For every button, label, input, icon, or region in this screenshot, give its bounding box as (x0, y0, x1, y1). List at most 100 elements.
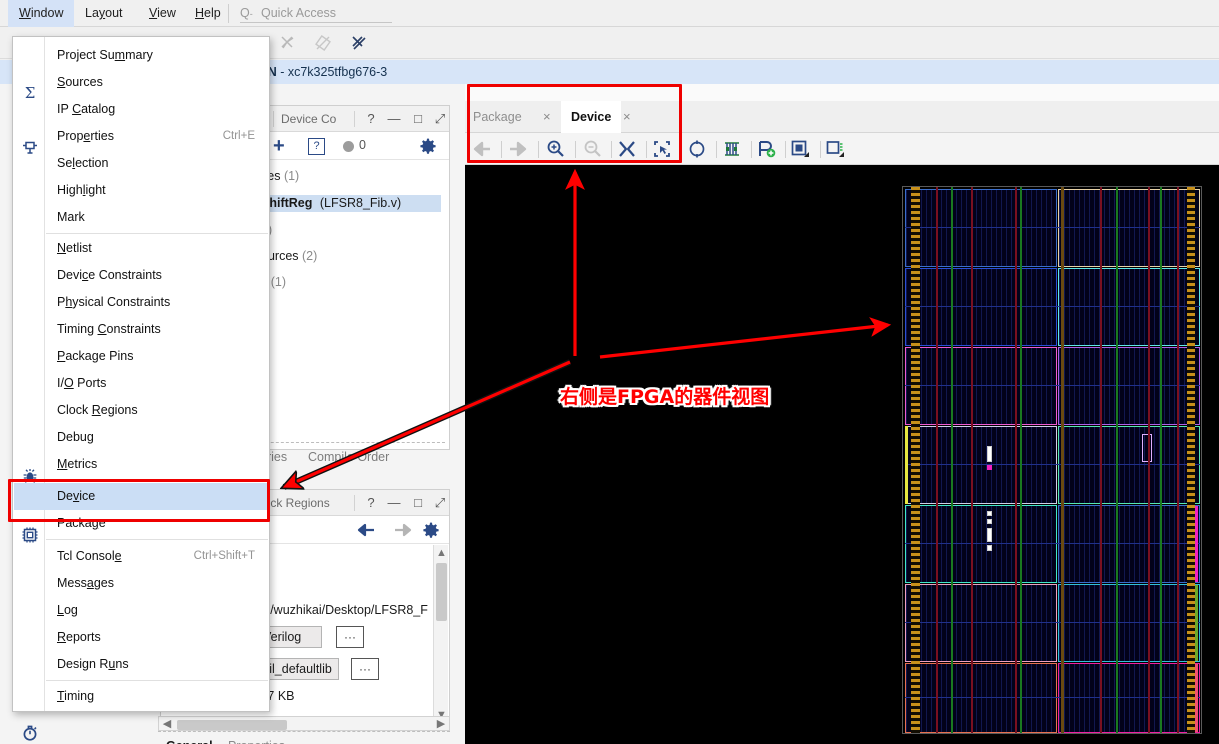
menu-item-clock-regions[interactable]: Clock Regions (14, 397, 269, 424)
menu-item-io-ports[interactable]: I/O Ports (14, 370, 269, 397)
site-cell[interactable] (987, 519, 992, 524)
tree-count-3: (2) (302, 249, 318, 263)
unhighlight-icon[interactable] (314, 34, 332, 52)
menu-item-reports[interactable]: Reports (14, 624, 269, 651)
clock-region-cell[interactable] (905, 584, 1057, 662)
clock-region-cell[interactable] (905, 505, 1057, 583)
clock-region-row-1 (903, 189, 1203, 267)
menu-item-selection[interactable]: Selection (14, 150, 269, 177)
add-sources-button[interactable]: + (273, 135, 285, 158)
sources-float-button[interactable]: ⤢ (431, 106, 449, 132)
tree-count-4: (1) (270, 275, 287, 289)
menu-item-netlist[interactable]: Netlist (14, 235, 269, 262)
menu-label-selection: Selection (57, 156, 109, 170)
scroll-up-arrow-icon[interactable]: ▲ (434, 547, 449, 559)
sources-minimize-button[interactable]: — (385, 106, 403, 132)
menu-item-package-pins[interactable]: Package Pins (14, 343, 269, 370)
forward-arrow-icon[interactable] (394, 523, 414, 537)
properties-vscrollbar[interactable]: ▲ ▼ (433, 545, 448, 723)
menu-label-timing-constraints: Timing Constraints (57, 322, 161, 336)
menu-label-io-ports: I/O Ports (57, 376, 107, 390)
region-annotation-box (1142, 434, 1152, 462)
center-stripe (1061, 187, 1064, 733)
selected-site[interactable] (987, 446, 992, 462)
menu-item-tcl-console[interactable]: Tcl Console Ctrl+Shift+T (14, 543, 269, 570)
menubar-item-view[interactable]: View (138, 0, 187, 27)
menu-label-design-runs: Design Runs (57, 657, 129, 671)
menu-item-properties[interactable]: Properties Ctrl+E (14, 123, 269, 150)
tree-row-shiftreg[interactable]: ShiftReg (LFSR8_Fib.v) (261, 195, 441, 212)
menu-label-package-pins: Package Pins (57, 349, 134, 363)
horizontal-scrollbar[interactable]: ◀ ▶ (158, 716, 450, 731)
bottom-tab-properties[interactable]: Properties (228, 736, 285, 744)
status-dot-icon (343, 141, 354, 152)
menu-separator-1 (46, 233, 268, 234)
menu-item-debug[interactable]: Debug (14, 424, 269, 451)
menubar-item-help[interactable]: Help (184, 0, 232, 27)
locate-icon[interactable] (687, 139, 707, 159)
properties-help-button[interactable]: ? (362, 490, 380, 516)
sources-tab-device-constraints[interactable]: Device Co (281, 106, 336, 132)
unmark-icon[interactable] (279, 34, 297, 52)
menu-separator-3 (46, 539, 268, 540)
scroll-left-arrow-icon[interactable]: ◀ (161, 718, 173, 730)
gear-icon[interactable] (420, 138, 436, 154)
site-cell[interactable] (987, 511, 992, 516)
menu-item-sources[interactable]: Sources (14, 69, 269, 96)
menubar-item-window[interactable]: Window (8, 0, 75, 27)
mark-icon[interactable] (825, 139, 845, 159)
bram-stripe (1160, 187, 1162, 733)
site-cell[interactable] (987, 545, 992, 551)
menu-item-highlight[interactable]: Highlight (14, 177, 269, 204)
unselect-icon[interactable] (350, 34, 368, 52)
properties-minimize-button[interactable]: — (385, 490, 403, 516)
menu-item-design-runs[interactable]: Design Runs (14, 651, 269, 678)
menu-item-metrics[interactable]: Metrics (14, 451, 269, 478)
menu-item-physical-constraints[interactable]: Physical Constraints (14, 289, 269, 316)
clock-region-cell[interactable] (905, 189, 1057, 267)
properties-vscroll-thumb[interactable] (436, 563, 447, 621)
clock-region-cell[interactable] (905, 426, 1057, 504)
menu-label-highlight: Highlight (57, 183, 106, 197)
menu-label-messages: Messages (57, 576, 114, 590)
menu-item-timing[interactable]: Timing (14, 683, 269, 710)
scroll-right-arrow-icon[interactable]: ▶ (435, 718, 447, 730)
site-cell[interactable] (987, 528, 992, 542)
menu-item-device-constraints[interactable]: Device Constraints (14, 262, 269, 289)
properties-tab-clock-regions[interactable]: lock Regions (261, 490, 330, 516)
back-arrow-icon[interactable] (355, 523, 375, 537)
clock-region-row-2 (903, 268, 1203, 346)
properties-maximize-button[interactable]: □ (409, 490, 427, 516)
menubar-item-layout[interactable]: Layout (74, 0, 134, 27)
menu-label-tcl-console: Tcl Console (57, 549, 122, 563)
hscroll-thumb[interactable] (177, 720, 287, 730)
menubar: Window Layout View Help Q- Quick Access (0, 0, 1219, 27)
device-canvas[interactable] (465, 165, 1219, 744)
sources-subtab-compile-order[interactable]: Compile Order (308, 447, 389, 467)
redbox-menu-device (8, 479, 270, 522)
menu-item-log[interactable]: Log (14, 597, 269, 624)
menu-item-project-summary[interactable]: Project Summary (14, 42, 269, 69)
routing-icon[interactable] (722, 139, 742, 159)
file-path-value: G:/wuzhikai/Desktop/LFSR8_F (257, 603, 428, 617)
menu-item-mark[interactable]: Mark (14, 204, 269, 231)
sources-maximize-button[interactable]: □ (409, 106, 427, 132)
bram-stripe (1020, 187, 1022, 733)
type-browse-button[interactable]: ··· (336, 626, 364, 648)
sources-help-icon[interactable]: ? (308, 138, 325, 155)
add-probe-icon[interactable] (756, 139, 776, 159)
properties-float-button[interactable]: ⤢ (431, 490, 449, 516)
clock-region-cell[interactable] (905, 663, 1057, 733)
sources-help-button[interactable]: ? (362, 106, 380, 132)
dsp-stripe (936, 187, 938, 733)
properties-gear-icon[interactable] (423, 522, 439, 538)
menu-item-messages[interactable]: Messages (14, 570, 269, 597)
menu-label-mark: Mark (57, 210, 85, 224)
bottom-tab-general[interactable]: General (166, 736, 213, 744)
menu-item-timing-constraints[interactable]: Timing Constraints (14, 316, 269, 343)
highlight-icon[interactable] (790, 139, 810, 159)
clock-region-cell[interactable] (905, 347, 1057, 425)
menu-item-ip-catalog[interactable]: IP Catalog (14, 96, 269, 123)
clock-region-cell[interactable] (905, 268, 1057, 346)
library-browse-button[interactable]: ··· (351, 658, 379, 680)
